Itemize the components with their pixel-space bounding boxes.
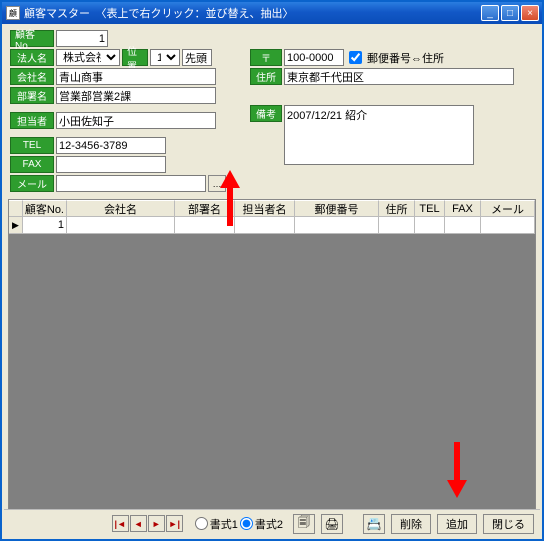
close-button[interactable]: × <box>521 5 539 21</box>
grid-header-company[interactable]: 会社名 <box>67 200 175 217</box>
label-address: 住所 <box>250 68 282 85</box>
cell-tel[interactable] <box>415 217 445 234</box>
label-zip: 〒 <box>250 49 282 66</box>
label-note: 備考 <box>250 105 282 122</box>
cell-custno[interactable]: 1 <box>23 217 67 234</box>
grid-header-person[interactable]: 担当者名 <box>235 200 295 217</box>
annotation-arrow-down <box>447 442 467 498</box>
label-corp-type: 法人名 <box>10 49 54 66</box>
company-field[interactable] <box>56 68 216 85</box>
nav-first-button[interactable]: |◄ <box>112 515 129 532</box>
minimize-button[interactable]: _ <box>481 5 499 21</box>
fax-field[interactable] <box>56 156 166 173</box>
format-radio-group: 書式1 書式2 <box>195 516 283 532</box>
window-title: 顧客マスター 〈表上で右クリック：並び替え、抽出〉 <box>24 5 481 21</box>
label-mail: メール <box>10 175 54 192</box>
dept-field[interactable] <box>56 87 216 104</box>
label-cust-no: 顧客No. <box>10 30 54 47</box>
person-field[interactable] <box>56 112 216 129</box>
grid-header-custno[interactable]: 顧客No. <box>23 200 67 217</box>
label-title-pos: 位置 <box>122 49 148 66</box>
footer-toolbar: |◄ ◄ ► ►| 書式1 書式2 🗐 🖨 📇 削除 追加 閉じる <box>4 509 540 537</box>
cell-person[interactable] <box>235 217 295 234</box>
titlebar: 顧 顧客マスター 〈表上で右クリック：並び替え、抽出〉 _ □ × <box>2 2 542 24</box>
title-pos-select[interactable]: 1 <box>150 49 180 66</box>
cell-mail[interactable] <box>481 217 535 234</box>
format2-label: 書式2 <box>255 516 283 532</box>
label-fax: FAX <box>10 156 54 173</box>
app-icon: 顧 <box>6 6 20 20</box>
maximize-button[interactable]: □ <box>501 5 519 21</box>
export-icon-button[interactable]: 📇 <box>363 514 385 534</box>
corp-type-select[interactable]: 株式会社 <box>56 49 120 66</box>
format2-radio[interactable] <box>240 517 253 530</box>
label-person: 担当者 <box>10 112 54 129</box>
grid-header-selector[interactable] <box>9 200 23 217</box>
cell-company[interactable] <box>67 217 175 234</box>
add-button[interactable]: 追加 <box>437 514 477 534</box>
label-dept: 部署名 <box>10 87 54 104</box>
table-row[interactable]: ▶ 1 <box>9 217 535 234</box>
grid-header-tel[interactable]: TEL <box>415 200 445 217</box>
nav-next-button[interactable]: ► <box>148 515 165 532</box>
preview-icon-button[interactable]: 🗐 <box>293 514 315 534</box>
mail-field[interactable] <box>56 175 206 192</box>
grid-header-zip[interactable]: 郵便番号 <box>295 200 379 217</box>
print-icon-button[interactable]: 🖨 <box>321 514 343 534</box>
zip-field[interactable] <box>284 49 344 66</box>
cell-fax[interactable] <box>445 217 481 234</box>
label-tel: TEL <box>10 137 54 154</box>
nav-last-button[interactable]: ►| <box>166 515 183 532</box>
cust-no-field[interactable] <box>56 30 108 47</box>
app-window: 顧 顧客マスター 〈表上で右クリック：並び替え、抽出〉 _ □ × 顧客No. … <box>0 0 544 541</box>
grid-header-row: 顧客No. 会社名 部署名 担当者名 郵便番号 住所 TEL FAX メール <box>9 200 535 217</box>
grid-header-mail[interactable]: メール <box>481 200 535 217</box>
note-field[interactable]: 2007/12/21 紹介 <box>284 105 474 165</box>
row-selector-icon[interactable]: ▶ <box>9 217 23 234</box>
cell-zip[interactable] <box>295 217 379 234</box>
format1-radio[interactable] <box>195 517 208 530</box>
nav-prev-button[interactable]: ◄ <box>130 515 147 532</box>
form-area: 顧客No. 法人名 株式会社 位置 1 会社名 <box>2 24 542 196</box>
tel-field[interactable] <box>56 137 166 154</box>
zip-to-addr-label: 郵便番号⇔住所 <box>367 50 444 66</box>
close-form-button[interactable]: 閉じる <box>483 514 534 534</box>
label-company: 会社名 <box>10 68 54 85</box>
format1-label: 書式1 <box>210 516 238 532</box>
title-suffix-field <box>182 49 212 66</box>
grid-header-address[interactable]: 住所 <box>379 200 415 217</box>
cell-address[interactable] <box>379 217 415 234</box>
delete-button[interactable]: 削除 <box>391 514 431 534</box>
zip-to-addr-check[interactable] <box>349 51 362 64</box>
grid-header-fax[interactable]: FAX <box>445 200 481 217</box>
annotation-arrow-up <box>220 170 240 226</box>
address-field[interactable] <box>284 68 514 85</box>
